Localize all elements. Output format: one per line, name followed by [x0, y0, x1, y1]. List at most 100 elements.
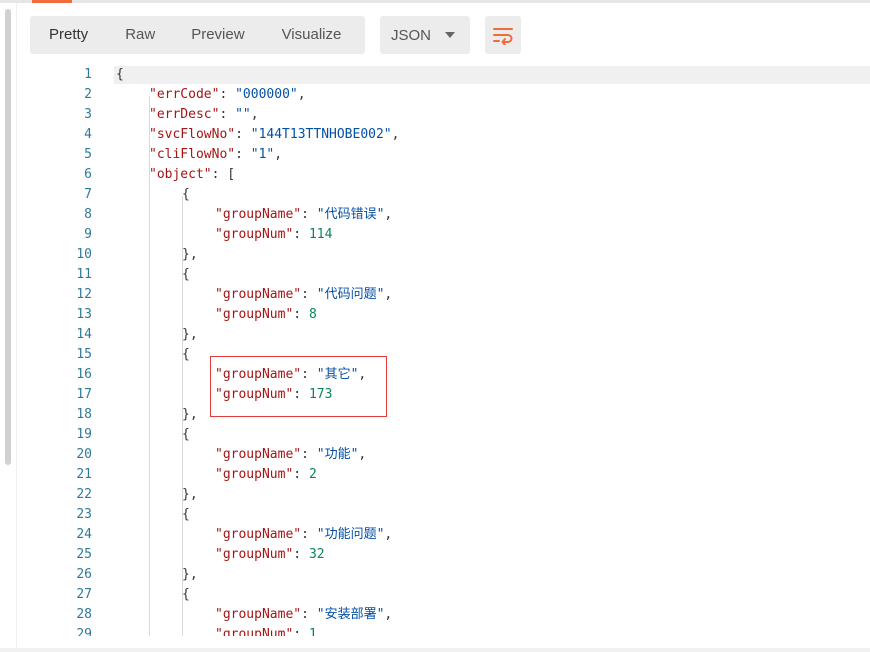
line-number: 20 [76, 447, 92, 462]
json-value: "1" [250, 147, 275, 162]
code-text: "groupName": "安装部署", [215, 607, 393, 622]
json-punctuation: , [384, 607, 393, 622]
code-text: "groupNum": 32 [215, 547, 325, 562]
code-text: { [182, 505, 190, 525]
tab-visualize[interactable]: Visualize [282, 16, 342, 54]
bottom-border [0, 648, 870, 652]
line-number: 5 [84, 147, 92, 162]
code-line: 3 "errDesc": "", [20, 105, 870, 125]
code-line: 16 "groupName": "其它", [20, 365, 870, 385]
line-number: 19 [76, 427, 92, 442]
code-text: "groupNum": 173 [215, 387, 333, 402]
line-number: 3 [84, 107, 92, 122]
code-line: 2 "errCode": "000000", [20, 85, 870, 105]
code-line: 26}, [20, 565, 870, 585]
json-punctuation: }, [182, 327, 198, 342]
code-text: }, [182, 325, 198, 345]
json-value: "000000" [235, 87, 298, 102]
json-key: "errCode" [149, 87, 220, 102]
json-punctuation: , [297, 87, 306, 102]
json-punctuation: }, [182, 567, 198, 582]
code-line: 22}, [20, 485, 870, 505]
json-punctuation: , [358, 367, 367, 382]
line-number: 6 [84, 167, 92, 182]
line-number: 13 [76, 307, 92, 322]
line-number: 15 [76, 347, 92, 362]
code-line: 9 "groupNum": 114 [20, 225, 870, 245]
line-number: 1 [84, 67, 92, 82]
json-punctuation: , [384, 527, 393, 542]
format-select-value: JSON [391, 26, 432, 44]
vertical-scrollbar[interactable] [0, 3, 17, 649]
json-key: "groupNum" [215, 547, 294, 562]
code-line: 6 "object": [ [20, 165, 870, 185]
line-number: 27 [76, 587, 92, 602]
code-text: "svcFlowNo": "144T13TTNHOBE002", [149, 127, 400, 142]
code-line: 4 "svcFlowNo": "144T13TTNHOBE002", [20, 125, 870, 145]
top-border [0, 0, 870, 3]
code-line: 25 "groupNum": 32 [20, 545, 870, 565]
json-value: 1 [308, 627, 317, 636]
line-number: 23 [76, 507, 92, 522]
json-punctuation: , [274, 147, 283, 162]
code-text: "groupName": "代码错误", [215, 207, 393, 222]
code-text: "groupName": "其它", [215, 367, 367, 382]
code-text: "errCode": "000000", [149, 87, 306, 102]
scrollbar-thumb[interactable] [5, 9, 11, 465]
json-key: "groupNum" [215, 387, 294, 402]
json-punctuation: }, [182, 247, 198, 262]
code-line: 17 "groupNum": 173 [20, 385, 870, 405]
json-value: [ [227, 167, 236, 182]
json-value: "" [235, 107, 251, 122]
json-key: "groupName" [215, 607, 302, 622]
json-value: "安装部署" [316, 607, 385, 622]
line-number: 17 [76, 387, 92, 402]
code-text: "groupNum": 1 [215, 625, 317, 636]
json-key: "groupName" [215, 207, 302, 222]
code-line: 23 { [20, 505, 870, 525]
code-line: 20 "groupName": "功能", [20, 445, 870, 465]
json-punctuation: { [182, 587, 190, 602]
line-number: 12 [76, 287, 92, 302]
json-key: "object" [149, 167, 212, 182]
json-value: 8 [308, 307, 317, 322]
code-text: { [182, 185, 190, 205]
tab-pretty[interactable]: Pretty [49, 16, 88, 54]
code-line: 1{ [20, 66, 870, 85]
tab-raw[interactable]: Raw [125, 16, 155, 54]
code-text: "groupNum": 2 [215, 467, 317, 482]
line-number: 29 [76, 627, 92, 636]
active-tab-accent [32, 0, 72, 3]
json-key: "groupName" [215, 367, 302, 382]
json-value: "代码错误" [316, 207, 385, 222]
code-line: 12 "groupName": "代码问题", [20, 285, 870, 305]
format-select[interactable]: JSON [380, 16, 470, 54]
code-text: "groupName": "功能问题", [215, 527, 393, 542]
json-response-editor[interactable]: 1{2 "errCode": "000000", 3 "errDesc": "", 4 "… [20, 66, 870, 636]
code-text: "object": [ [149, 167, 236, 182]
wrap-lines-icon [493, 28, 513, 45]
line-number: 10 [76, 247, 92, 262]
line-number: 25 [76, 547, 92, 562]
code-text: { [182, 345, 190, 365]
json-punctuation: , [384, 207, 393, 222]
json-punctuation: { [182, 427, 190, 442]
code-text: "errDesc": "", [149, 107, 259, 122]
code-line: 8 "groupName": "代码错误", [20, 205, 870, 225]
json-value: 2 [308, 467, 317, 482]
code-line: 21 "groupNum": 2 [20, 465, 870, 485]
code-line: 24 "groupName": "功能问题", [20, 525, 870, 545]
tab-preview[interactable]: Preview [191, 16, 244, 54]
code-text: }, [182, 485, 198, 505]
line-number: 7 [84, 187, 92, 202]
json-value: 32 [308, 547, 325, 562]
json-key: "groupName" [215, 287, 302, 302]
json-key: "groupName" [215, 527, 302, 542]
wrap-lines-button[interactable] [485, 16, 521, 54]
json-key: "svcFlowNo" [149, 127, 236, 142]
json-key: "groupNum" [215, 227, 294, 242]
code-line: 14}, [20, 325, 870, 345]
line-number: 8 [84, 207, 92, 222]
json-key: "groupNum" [215, 307, 294, 322]
line-number: 28 [76, 607, 92, 622]
